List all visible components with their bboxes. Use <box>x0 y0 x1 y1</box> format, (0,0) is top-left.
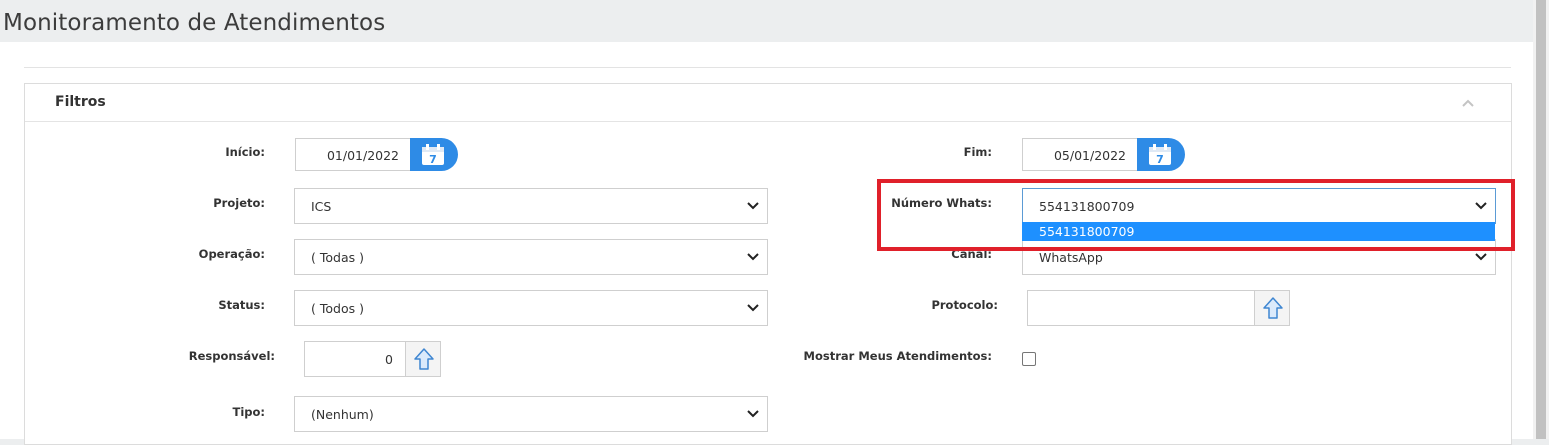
inicio-calendar-button[interactable]: 7 <box>410 138 458 171</box>
chevron-down-icon <box>1475 202 1487 210</box>
projeto-select[interactable]: ICS <box>294 188 768 224</box>
chevron-down-icon <box>747 410 759 418</box>
protocolo-search-button[interactable] <box>1254 290 1290 326</box>
chevron-down-icon <box>747 202 759 210</box>
mostrar-meus-checkbox[interactable] <box>1022 352 1036 366</box>
scrollbar-thumb[interactable] <box>1536 0 1546 439</box>
operacao-select-value: ( Todas ) <box>311 250 364 265</box>
chevron-down-icon <box>747 253 759 261</box>
calendar-icon: 7 <box>1149 144 1171 166</box>
tipo-select-value: (Nenhum) <box>311 407 374 422</box>
operacao-label: Operação: <box>198 247 265 261</box>
numero-whats-option[interactable]: 554131800709 <box>1022 222 1495 241</box>
chevron-down-icon <box>747 304 759 312</box>
operacao-select[interactable]: ( Todas ) <box>294 239 768 275</box>
fim-date-input[interactable]: 05/01/2022 <box>1022 138 1138 171</box>
canal-select-value: WhatsApp <box>1039 250 1103 265</box>
filters-title: Filtros <box>55 94 106 110</box>
svg-text:7: 7 <box>429 153 437 166</box>
fim-calendar-button[interactable]: 7 <box>1137 138 1185 171</box>
numero-whats-select-value: 554131800709 <box>1039 199 1135 214</box>
page-title: Monitoramento de Atendimentos <box>3 10 386 36</box>
responsavel-input-value: 0 <box>385 352 393 367</box>
status-select-value: ( Todos ) <box>311 301 364 316</box>
numero-whats-select[interactable]: 554131800709 <box>1022 188 1496 224</box>
protocolo-label: Protocolo: <box>931 298 998 312</box>
fim-label: Fim: <box>963 145 992 159</box>
chevron-down-icon <box>1475 253 1487 261</box>
projeto-select-value: ICS <box>311 199 332 214</box>
responsavel-input[interactable]: 0 <box>304 341 406 377</box>
status-label: Status: <box>218 298 265 312</box>
mostrar-meus-label: Mostrar Meus Atendimentos: <box>803 349 992 363</box>
filters-panel-header[interactable]: Filtros <box>25 84 1511 122</box>
arrow-up-icon <box>414 348 434 370</box>
status-select[interactable]: ( Todos ) <box>294 290 768 326</box>
calendar-icon: 7 <box>422 144 444 166</box>
chevron-up-icon[interactable] <box>1461 98 1475 108</box>
svg-text:7: 7 <box>1156 153 1164 166</box>
inicio-date-value: 01/01/2022 <box>326 148 399 163</box>
inicio-date-input[interactable]: 01/01/2022 <box>295 138 411 171</box>
tipo-label: Tipo: <box>232 405 265 419</box>
arrow-up-icon <box>1263 297 1283 319</box>
fim-date-value: 05/01/2022 <box>1053 148 1126 163</box>
projeto-label: Projeto: <box>213 196 265 210</box>
responsavel-label: Responsável: <box>188 349 275 363</box>
divider <box>24 67 1511 68</box>
numero-whats-label: Número Whats: <box>891 196 992 210</box>
tipo-select[interactable]: (Nenhum) <box>294 396 768 432</box>
responsavel-search-button[interactable] <box>405 341 441 377</box>
page-scrollbar[interactable] <box>1533 0 1549 439</box>
inicio-label: Início: <box>225 145 265 159</box>
canal-label: Canal: <box>951 247 992 261</box>
canal-select[interactable]: WhatsApp <box>1022 239 1496 275</box>
protocolo-input[interactable] <box>1027 290 1255 326</box>
